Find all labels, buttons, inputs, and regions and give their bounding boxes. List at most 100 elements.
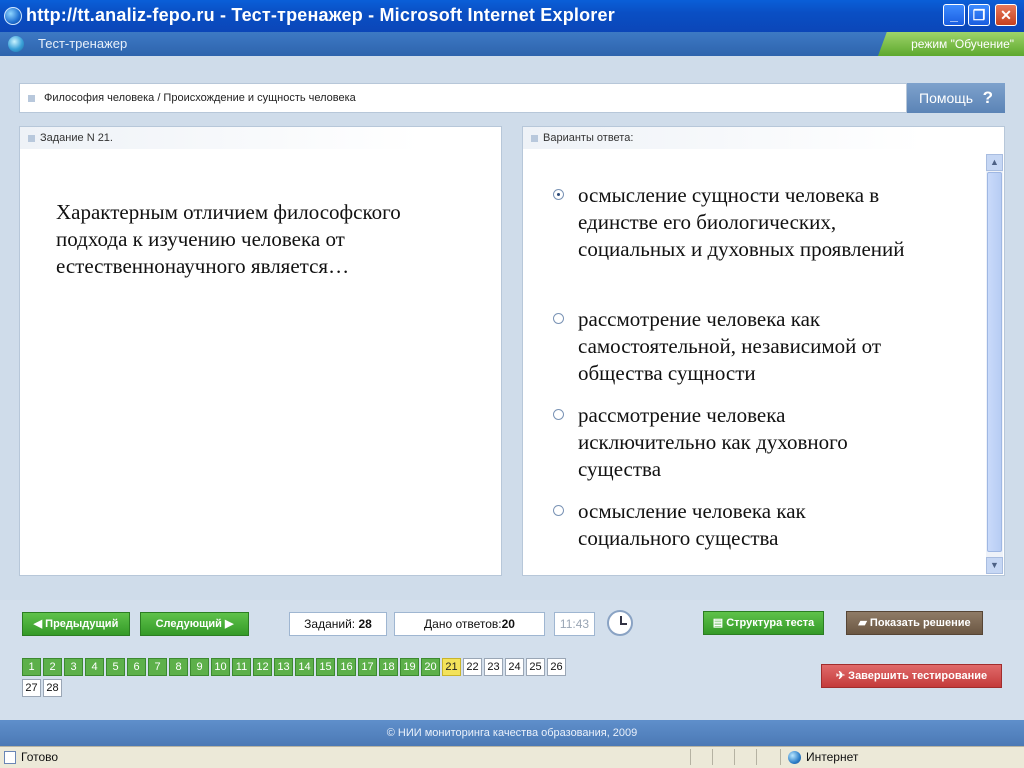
bullet-icon — [28, 135, 35, 142]
radio-button[interactable] — [553, 313, 564, 324]
book-icon: ▰ — [858, 617, 867, 629]
answer-option-text: осмысление человека как социального суще… — [578, 499, 806, 550]
question-number-5[interactable]: 5 — [106, 658, 125, 676]
tasks-value: 28 — [358, 617, 372, 631]
question-number-9[interactable]: 9 — [190, 658, 209, 676]
question-number-1[interactable]: 1 — [22, 658, 41, 676]
breadcrumb: Философия человека / Происхождение и сущ… — [19, 83, 907, 113]
status-divider — [756, 749, 757, 765]
running-man-icon: ✈ — [835, 670, 846, 682]
breadcrumb-text: Философия человека / Происхождение и сущ… — [44, 92, 356, 104]
question-number-11[interactable]: 11 — [232, 658, 251, 676]
question-number-18[interactable]: 18 — [379, 658, 398, 676]
list-icon: ▤ — [712, 617, 724, 629]
question-number-10[interactable]: 10 — [211, 658, 230, 676]
answer-option-text: осмысление сущности человека в единстве … — [578, 183, 905, 261]
show-solution-label: Показать решение — [869, 617, 971, 629]
question-number-22[interactable]: 22 — [463, 658, 482, 676]
control-bar: ◀ Предыдущий Следующий ▶ Заданий: 28 Дан… — [0, 600, 1024, 720]
question-number-20[interactable]: 20 — [421, 658, 440, 676]
internet-explorer-icon — [4, 7, 22, 25]
radio-button[interactable] — [553, 409, 564, 420]
question-number: Задание N 21. — [40, 132, 113, 144]
timer: 11:43 — [554, 612, 595, 636]
question-number-26[interactable]: 26 — [547, 658, 566, 676]
answers-panel-header: Варианты ответа: — [523, 127, 923, 149]
question-number-8[interactable]: 8 — [169, 658, 188, 676]
question-number-12[interactable]: 12 — [253, 658, 272, 676]
scroll-up-arrow-icon[interactable]: ▲ — [986, 154, 1003, 171]
question-number-15[interactable]: 15 — [316, 658, 335, 676]
answers-header: Варианты ответа: — [543, 132, 634, 144]
scroll-down-arrow-icon[interactable]: ▼ — [986, 557, 1003, 574]
question-number-19[interactable]: 19 — [400, 658, 419, 676]
app-title: Тест-тренажер — [38, 36, 128, 51]
structure-button-label: Структура теста — [726, 617, 815, 629]
security-zone: Интернет — [806, 750, 859, 764]
question-panel: Задание N 21. Характерным отличием филос… — [19, 126, 502, 576]
clock-icon — [607, 610, 633, 636]
status-divider — [712, 749, 713, 765]
tasks-label: Заданий: — [304, 617, 356, 631]
question-number-2[interactable]: 2 — [43, 658, 62, 676]
question-number-21[interactable]: 21 — [442, 658, 461, 676]
answers-panel: Варианты ответа: осмысление сущности чел… — [522, 126, 1005, 576]
question-mark-icon: ? — [982, 88, 993, 107]
close-button[interactable]: ✕ — [995, 4, 1017, 26]
prev-button-label: Предыдущий — [45, 618, 119, 630]
minimize-button[interactable]: _ — [943, 4, 965, 26]
scrollbar-thumb[interactable] — [987, 172, 1002, 552]
status-divider — [690, 749, 691, 765]
question-number-14[interactable]: 14 — [295, 658, 314, 676]
show-solution-button[interactable]: ▰ Показать решение — [846, 611, 983, 635]
arrow-left-icon: ◀ — [33, 618, 43, 630]
answers-scrollbar[interactable]: ▲ ▼ — [986, 154, 1003, 574]
answer-option-1[interactable]: осмысление сущности человека в единстве … — [553, 182, 905, 292]
answer-option-4[interactable]: осмысление человека как социального суще… — [553, 498, 903, 554]
question-number-16[interactable]: 16 — [337, 658, 356, 676]
bullet-icon — [531, 135, 538, 142]
radio-button-selected[interactable] — [553, 189, 564, 200]
finish-button-label: Завершить тестирование — [848, 670, 988, 682]
maximize-button[interactable]: ❐ — [968, 4, 990, 26]
next-button-label: Следующий — [155, 618, 222, 630]
radio-button[interactable] — [553, 505, 564, 516]
question-number-25[interactable]: 25 — [526, 658, 545, 676]
prev-button[interactable]: ◀ Предыдущий — [22, 612, 130, 636]
question-number-27[interactable]: 27 — [22, 679, 41, 697]
status-divider — [734, 749, 735, 765]
app-header: Тест-тренажер режим "Обучение" — [0, 32, 1024, 56]
question-number-17[interactable]: 17 — [358, 658, 377, 676]
question-number-4[interactable]: 4 — [85, 658, 104, 676]
question-number-28[interactable]: 28 — [43, 679, 62, 697]
internet-zone-icon — [788, 751, 801, 764]
question-number-7[interactable]: 7 — [148, 658, 167, 676]
status-divider — [780, 749, 781, 765]
status-bar: Готово Интернет — [0, 746, 1024, 768]
bullet-icon — [28, 95, 35, 102]
finish-test-button[interactable]: ✈ Завершить тестирование — [821, 664, 1002, 688]
answer-option-text: рассмотрение человека исключительно как … — [578, 403, 848, 481]
question-number-3[interactable]: 3 — [64, 658, 83, 676]
answer-option-3[interactable]: рассмотрение человека исключительно как … — [553, 402, 903, 484]
question-number-13[interactable]: 13 — [274, 658, 293, 676]
window-title-bar: http://tt.analiz-fepo.ru - Тест-тренажер… — [0, 0, 1024, 32]
question-number-24[interactable]: 24 — [505, 658, 524, 676]
status-text: Готово — [21, 750, 59, 764]
footer: © НИИ мониторинга качества образования, … — [0, 720, 1024, 746]
next-button[interactable]: Следующий ▶ — [140, 612, 249, 636]
answer-option-2[interactable]: рассмотрение человека как самостоятельно… — [553, 306, 903, 388]
globe-icon — [8, 36, 24, 52]
mode-badge: режим "Обучение" — [878, 32, 1024, 56]
question-number-23[interactable]: 23 — [484, 658, 503, 676]
answered-value: 20 — [501, 617, 515, 631]
page-icon — [4, 751, 16, 764]
help-button[interactable]: Помощь ? — [907, 83, 1005, 113]
arrow-right-icon: ▶ — [224, 618, 234, 630]
question-text: Характерным отличием философского подход… — [56, 200, 401, 278]
question-number-6[interactable]: 6 — [127, 658, 146, 676]
structure-button[interactable]: ▤ Структура теста — [703, 611, 824, 635]
answer-option-text: рассмотрение человека как самостоятельно… — [578, 307, 882, 385]
window-title: http://tt.analiz-fepo.ru - Тест-тренажер… — [26, 5, 615, 25]
tasks-count: Заданий: 28 — [289, 612, 387, 636]
